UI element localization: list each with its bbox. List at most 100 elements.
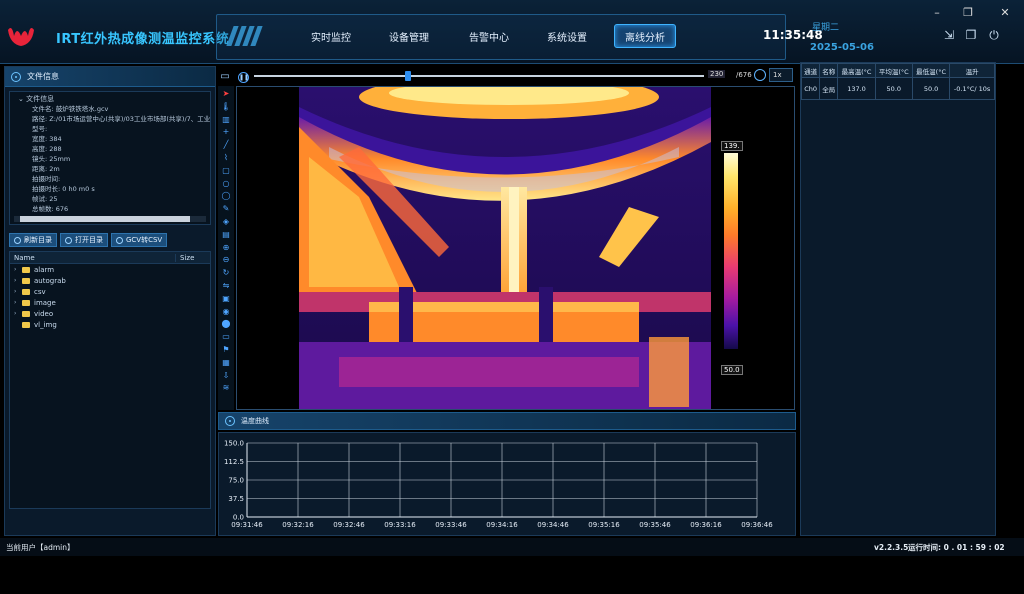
delete-icon[interactable]: ▥ [220, 114, 232, 126]
app-version: v2.2.3.5 [874, 542, 909, 552]
open-dir-button[interactable]: 打开目录 [60, 233, 108, 247]
run-time: 运行时间: 0 . 01 : 59 : 02 [908, 542, 1005, 552]
col-name: 名称 [819, 63, 839, 78]
measurement-table: 通道 名称 最高温(°C 平均温(°C 最低温(°C 温升 Ch0 全局 137… [800, 63, 995, 100]
refresh-dir-button[interactable]: 刷新目录 [9, 233, 57, 247]
expand-icon: › [14, 266, 17, 273]
tree-col-name[interactable]: Name [10, 253, 176, 262]
pause-icon[interactable]: ❚❚ [238, 71, 249, 83]
rotate-icon[interactable]: ↻ [220, 267, 232, 279]
loop-icon[interactable] [754, 69, 766, 81]
copy-icon[interactable]: ❐ [964, 28, 978, 42]
x-tick-label: 09:31:46 [231, 521, 263, 529]
scale-min-label: 50.0 [721, 365, 743, 375]
folder-open-icon [65, 236, 72, 244]
horizontal-scrollbar[interactable] [14, 216, 206, 222]
file-info-title: 文件信息 [27, 72, 59, 81]
flip-icon[interactable]: ⇋ [220, 280, 232, 292]
file-info-box: ⌄ 文件信息 文件名: 鼓炉铁铁塔水.gcv 路径: Z:/01市场运营中心(共… [9, 91, 211, 225]
x-tick-label: 09:32:46 [333, 521, 365, 529]
thermometer-icon[interactable]: 🌡︎ [220, 101, 232, 113]
info-duration: 拍摄时长: 0 h0 m0 s [32, 185, 95, 193]
export-icon[interactable]: ⇩ [220, 370, 232, 382]
info-root[interactable]: ⌄ 文件信息 [14, 94, 206, 104]
chart-icon[interactable]: ▦ [220, 357, 232, 369]
measure-toolbar: ➤ 🌡︎ ▥ + ╱ ⌇ ▢ ○ ◯ ✎ ◈ ▤ ⊕ ⊖ ↻ ⇋ ▣ ◉ ⬤ ▭… [218, 86, 234, 410]
frame-current[interactable]: 230 [708, 70, 726, 78]
power-icon[interactable]: ⏻ [987, 28, 1001, 42]
clock-weekday: 星期二 [812, 23, 840, 33]
alarm-icon[interactable]: ⚑ [220, 344, 232, 356]
tree-item-vl-img[interactable]: vl_img [10, 319, 210, 330]
cell-name: 全局 [819, 77, 839, 100]
rectangle-icon[interactable]: ▢ [220, 165, 232, 177]
thermal-image[interactable] [299, 87, 711, 409]
folder-icon [22, 321, 30, 328]
fill-icon[interactable]: ◈ [220, 216, 232, 228]
tree-col-size[interactable]: Size [176, 254, 194, 262]
speed-select[interactable]: 1x [769, 68, 793, 82]
y-tick-label: 112.5 [224, 458, 244, 466]
app-title: IRT红外热成像测温监控系统 [56, 32, 230, 47]
folder-icon [22, 310, 30, 317]
tree-item-video[interactable]: › video [10, 308, 210, 319]
file-info-header: 文件信息 [5, 67, 215, 87]
tree-item-image[interactable]: › image [10, 297, 210, 308]
col-min-temp: 最低温(°C [911, 63, 951, 78]
nav-device-management[interactable]: 设备管理 [378, 24, 440, 48]
x-tick-label: 09:34:16 [486, 521, 518, 529]
col-max-temp: 最高温(°C [837, 63, 876, 78]
table-row[interactable]: Ch0 全局 137.0 50.0 50.0 -0.1°C/ 10s [800, 77, 995, 100]
edit-icon[interactable]: ✎ [220, 203, 232, 215]
folder-icon [22, 288, 30, 295]
line-icon[interactable]: ╱ [220, 139, 232, 151]
polyline-icon[interactable]: ⌇ [220, 152, 232, 164]
tree-item-autograb[interactable]: › autograb [10, 275, 210, 286]
thermal-viewer[interactable]: 139. 50.0 [236, 86, 795, 410]
nav-alarm-center[interactable]: 告警中心 [458, 24, 520, 48]
x-tick-label: 09:35:46 [639, 521, 671, 529]
scale-max-label: 139. [721, 141, 743, 151]
nav-system-settings[interactable]: 系统设置 [536, 24, 598, 48]
tree-item-csv[interactable]: › csv [10, 286, 210, 297]
slider-handle[interactable] [404, 71, 411, 81]
screen-icon[interactable]: ▭ [220, 331, 232, 343]
palette-icon[interactable]: ▤ [220, 229, 232, 241]
info-distance: 距离: 2m [32, 165, 60, 173]
open-file-icon[interactable]: ▭ [218, 70, 232, 84]
close-icon[interactable]: ✕ [998, 6, 1012, 19]
collapse-icon[interactable]: ⌄ [18, 95, 26, 103]
restore-icon[interactable]: ❐ [961, 6, 975, 19]
temperature-curve-panel: 150.0 112.5 75.0 37.5 0.0 09:31:46 09:32:16 09:… [218, 432, 796, 536]
gcv-to-csv-button[interactable]: GCV转CSV [111, 233, 168, 247]
image-icon[interactable]: ▣ [220, 293, 232, 305]
pointer-icon[interactable]: ➤ [220, 88, 232, 100]
zoom-in-icon[interactable]: ⊕ [220, 242, 232, 254]
frame-slider[interactable] [254, 71, 704, 81]
right-edge [998, 66, 1024, 536]
settings-icon[interactable]: ≋ [220, 382, 232, 394]
zoom-out-icon[interactable]: ⊖ [220, 254, 232, 266]
info-lens: 镜头: 25mm [32, 155, 71, 163]
exit-icon[interactable]: ⇲ [942, 28, 956, 42]
ellipse-icon[interactable]: ◯ [220, 190, 232, 202]
measurement-panel: 通道 名称 最高温(°C 平均温(°C 最低温(°C 温升 Ch0 全局 137… [800, 62, 996, 536]
camera-icon[interactable]: ◉ [220, 306, 232, 318]
logo-icon [8, 28, 34, 46]
folder-icon [22, 277, 30, 284]
info-width: 宽度: 384 [32, 135, 62, 143]
nav-realtime-monitor[interactable]: 实时监控 [300, 24, 362, 48]
directory-tree: Name Size › alarm › autograb › csv › image ›… [9, 251, 211, 509]
circle-icon[interactable]: ○ [220, 178, 232, 190]
record-icon[interactable]: ⬤ [220, 318, 232, 330]
y-tick-label: 150.0 [224, 440, 244, 448]
temperature-curve-chart[interactable]: 150.0112.575.037.50.009:31:46 09:32:16 09:… [219, 433, 795, 535]
folder-icon [22, 266, 30, 273]
minimize-icon[interactable]: – [930, 6, 944, 19]
nav-offline-analysis[interactable]: 离线分析 [614, 24, 676, 48]
info-filename: 文件名: 鼓炉铁铁塔水.gcv [32, 105, 109, 113]
point-icon[interactable]: + [220, 126, 232, 138]
tree-item-alarm[interactable]: › alarm [10, 264, 210, 275]
info-model: 型号: [32, 125, 48, 133]
col-channel: 通道 [800, 63, 821, 78]
